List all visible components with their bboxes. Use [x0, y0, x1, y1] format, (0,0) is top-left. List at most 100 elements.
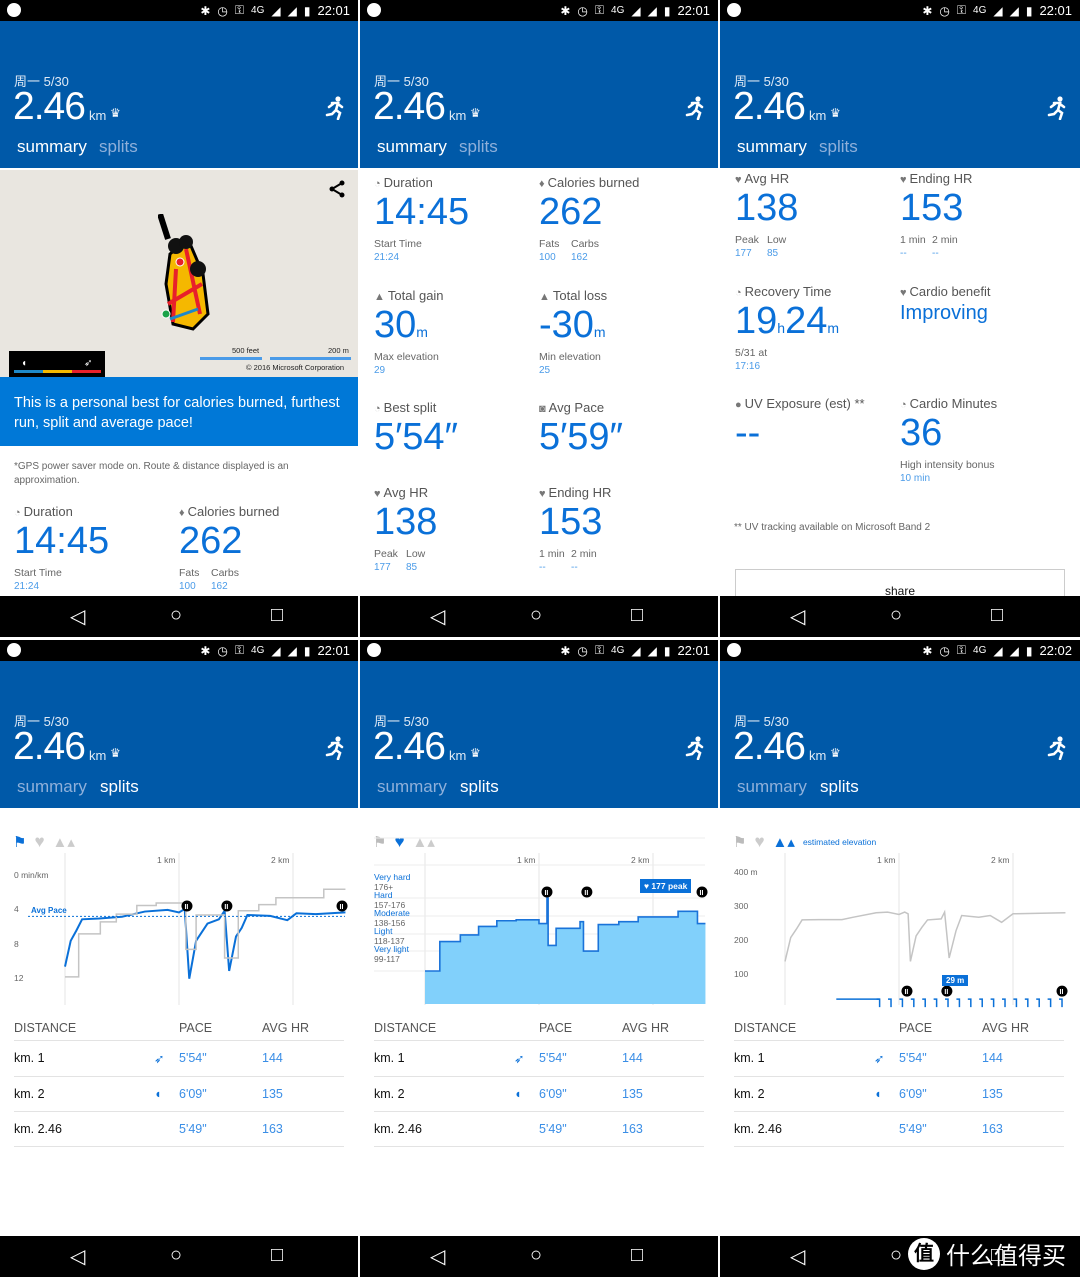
- split-row[interactable]: km. 2 ◖ 6'09" 135: [374, 1075, 704, 1112]
- stat-unit: m: [593, 324, 606, 340]
- stat-sub-label: Max elevation: [374, 351, 439, 363]
- back-button[interactable]: ◁: [430, 1244, 445, 1269]
- stat-value: 153: [539, 501, 602, 544]
- stat-label: ◔ Duration: [374, 175, 534, 191]
- stat-sub-value: 177: [374, 562, 391, 573]
- stopwatch-icon: ◔: [14, 507, 21, 519]
- split-avg-hr: 144: [262, 1051, 283, 1065]
- column-header: PACE: [899, 1021, 933, 1035]
- stat-value-number: 138: [374, 501, 438, 543]
- stat-sub-value: 177: [735, 248, 752, 259]
- home-button[interactable]: ○: [890, 1244, 902, 1267]
- svg-text:◖: ◖: [21, 358, 27, 369]
- stat-label: ♥ Avg HR: [374, 485, 534, 501]
- stat-value-number: 153: [900, 187, 964, 229]
- stat-label: ◔ Recovery Time: [735, 284, 895, 300]
- tab-splits[interactable]: splits: [99, 137, 138, 157]
- stat-value: 30m: [374, 304, 428, 347]
- column-header: DISTANCE: [374, 1021, 437, 1035]
- tab-splits[interactable]: splits: [819, 137, 858, 157]
- column-header: DISTANCE: [734, 1021, 797, 1035]
- y-tick-label: 8: [14, 938, 19, 949]
- elevation-tick: [1059, 998, 1063, 1008]
- split-row[interactable]: km. 2 ◖ 6'09" 135: [734, 1075, 1064, 1112]
- x-tick-label: 2 km: [271, 855, 290, 865]
- recents-button[interactable]: □: [271, 1244, 283, 1267]
- split-row[interactable]: km. 2.46 5'49" 163: [734, 1111, 1064, 1147]
- tab-summary[interactable]: summary: [737, 137, 807, 157]
- tab-summary[interactable]: summary: [17, 137, 87, 157]
- vpn-key-icon: ⚿: [234, 3, 245, 17]
- phone-screen-2: ✱ ◷ ⚿ 4G ◢ ◢ ▮ 22:01 周一 5/30 2.46 km ♛ summary splits…: [360, 0, 718, 637]
- recents-button[interactable]: □: [271, 604, 283, 627]
- alarm-icon: ◷: [577, 3, 588, 18]
- signal-icon: ◢: [271, 3, 281, 18]
- home-button[interactable]: ○: [170, 1244, 182, 1267]
- app-notification-icon: [727, 3, 741, 17]
- recents-button[interactable]: □: [631, 604, 643, 627]
- split-avg-hr: 163: [262, 1122, 283, 1136]
- split-row[interactable]: km. 2 ◖ 6'09" 135: [14, 1075, 344, 1112]
- stopwatch-icon: ◔: [374, 403, 381, 415]
- stat-sub-label: 1 min: [539, 548, 565, 560]
- stat-sub-value: 29: [374, 365, 386, 376]
- home-button[interactable]: ○: [170, 604, 182, 627]
- x-tick-label: 2 km: [991, 855, 1010, 865]
- route-map[interactable]: ◖ ➶ 500 feet 200 m © 2016 Microsoft Corporat…: [0, 170, 358, 377]
- stat-label: ▲ Total gain: [374, 288, 534, 304]
- back-button[interactable]: ◁: [790, 604, 805, 629]
- trophy-icon: ♛: [470, 106, 481, 120]
- split-row[interactable]: km. 2.46 5'49" 163: [14, 1111, 344, 1147]
- home-button[interactable]: ○: [530, 604, 542, 627]
- pause-marker-glyph: II: [1060, 989, 1064, 996]
- signal-icon: ◢: [647, 3, 657, 18]
- distance-value: 2.46: [13, 85, 86, 128]
- network-type: 4G: [973, 5, 987, 16]
- avg-pace-label: Avg Pace: [31, 906, 67, 916]
- app-notification-icon: [367, 3, 381, 17]
- stat-label: ♦ Calories burned: [179, 504, 339, 520]
- stopwatch-icon: ◔: [900, 399, 907, 411]
- back-button[interactable]: ◁: [70, 1244, 85, 1269]
- back-button[interactable]: ◁: [70, 604, 85, 629]
- stat-sub-label: Fats: [539, 238, 560, 250]
- back-button[interactable]: ◁: [790, 1244, 805, 1269]
- bluetooth-icon: ✱: [560, 3, 571, 18]
- stat-cardio-benefit: ♥ Cardio benefit Improving: [900, 284, 1060, 324]
- split-row[interactable]: km. 1 ➶ 5'54" 144: [734, 1040, 1064, 1076]
- elevation-tick: [876, 998, 881, 1008]
- tab-summary[interactable]: summary: [377, 137, 447, 157]
- home-button[interactable]: ○: [530, 1244, 542, 1267]
- pause-marker-glyph: II: [224, 904, 228, 911]
- share-icon[interactable]: [328, 180, 346, 203]
- hr-zone-name: Light: [374, 926, 393, 936]
- split-avg-hr: 135: [622, 1086, 643, 1101]
- stat-ending-hr: ♥ Ending HR 153 1 min -- 2 min --: [539, 485, 699, 573]
- snail-icon: ◖: [514, 1086, 522, 1101]
- split-row[interactable]: km. 1 ➶ 5'54" 144: [14, 1040, 344, 1076]
- split-row[interactable]: km. 1 ➶ 5'54" 144: [374, 1040, 704, 1076]
- stat-sub-label: Low: [406, 548, 426, 560]
- split-row[interactable]: km. 2.46 5'49" 163: [374, 1111, 704, 1147]
- stat-label-text: Ending HR: [548, 485, 612, 500]
- stat-cardio-minutes: ◔ Cardio Minutes 36 High intensity bonus 10 …: [900, 396, 1060, 484]
- cheetah-icon: ➶: [874, 1052, 885, 1066]
- y-tick-label: 0 min/km: [14, 870, 49, 880]
- split-pace: 5'54": [539, 1051, 567, 1065]
- recents-button[interactable]: □: [991, 604, 1003, 627]
- back-button[interactable]: ◁: [430, 604, 445, 629]
- signal-icon: ◢: [993, 3, 1003, 18]
- elevation-tick: [922, 998, 926, 1008]
- tab-splits[interactable]: splits: [459, 137, 498, 157]
- stat-value-number: 262: [539, 191, 603, 233]
- x-tick-label: 1 km: [517, 855, 536, 865]
- stat-sub-value: 10 min: [900, 473, 931, 484]
- split-pace: 6'09": [179, 1086, 207, 1101]
- recents-button[interactable]: □: [631, 1244, 643, 1267]
- stat-value: 138: [735, 187, 798, 230]
- home-button[interactable]: ○: [890, 604, 902, 627]
- elevation-tick: [990, 998, 995, 1008]
- trophy-icon: ♛: [830, 106, 841, 120]
- stat-sub-label: 2 min: [571, 548, 597, 560]
- heart-icon: ♥: [900, 174, 907, 186]
